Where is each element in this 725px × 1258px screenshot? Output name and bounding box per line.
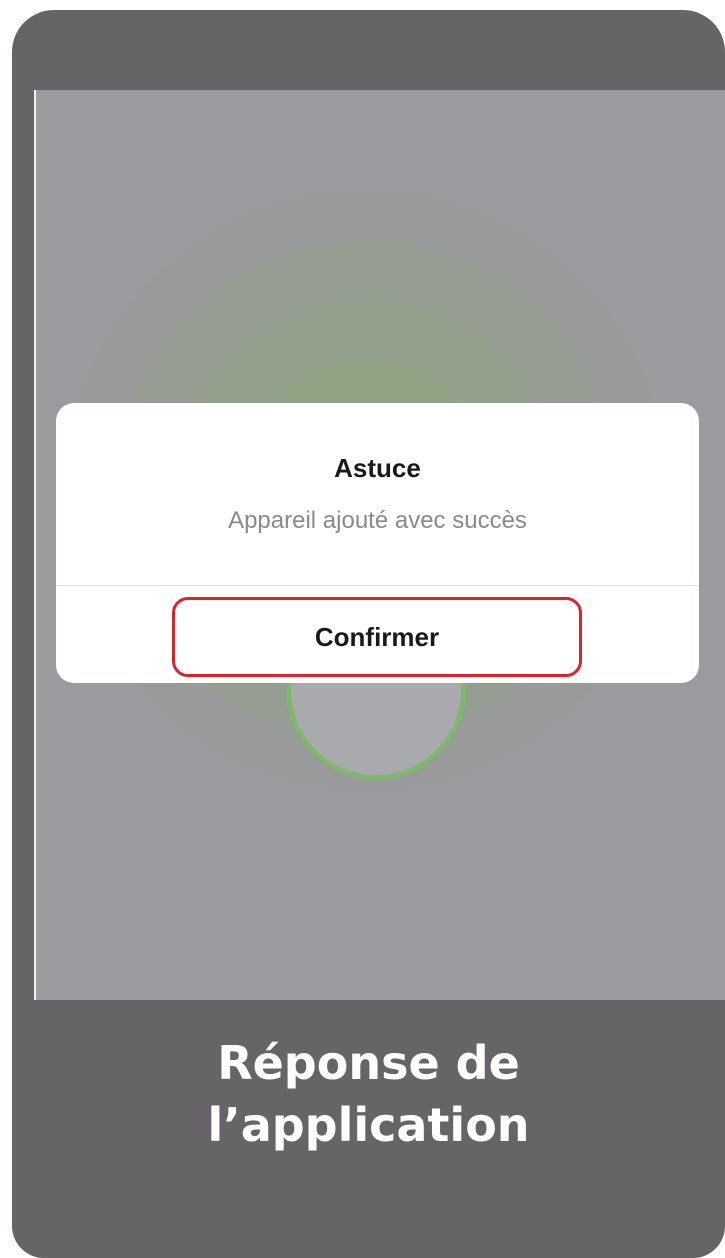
dialog-divider <box>56 585 699 586</box>
caption-line-1: Réponse de <box>217 1036 520 1090</box>
caption-line-2: l’application <box>207 1098 530 1152</box>
success-dialog: Astuce Appareil ajouté avec succès Confi… <box>56 403 699 683</box>
instruction-card: Astuce Appareil ajouté avec succès Confi… <box>12 10 725 1258</box>
phone-screenshot: Astuce Appareil ajouté avec succès Confi… <box>34 90 725 1000</box>
caption: Réponse de l’application <box>12 1032 725 1156</box>
confirm-button[interactable]: Confirmer <box>172 597 582 677</box>
dialog-message: Appareil ajouté avec succès <box>228 507 527 534</box>
dialog-title: Astuce <box>334 453 421 483</box>
